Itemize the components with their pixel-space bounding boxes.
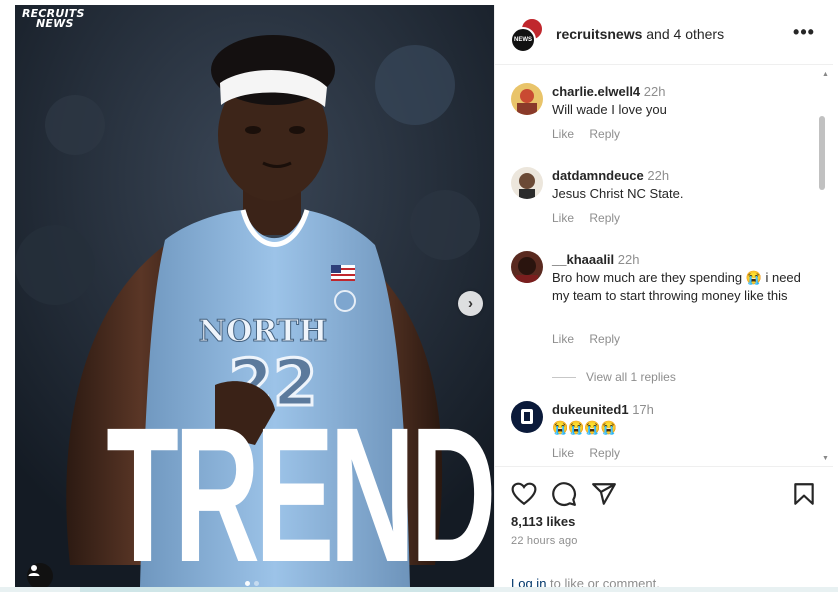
carousel-dot: [254, 581, 259, 586]
comment-text: Will wade I love you: [552, 102, 667, 117]
tagged-users-button[interactable]: [27, 563, 53, 587]
post-actions: [495, 477, 833, 507]
like-comment-button[interactable]: Like: [552, 211, 574, 225]
like-comment-button[interactable]: Like: [552, 332, 574, 346]
comment-icon[interactable]: [551, 481, 577, 507]
like-comment-button[interactable]: Like: [552, 446, 574, 460]
bottom-edge: [0, 587, 838, 592]
recruits-news-logo: RECRUITS NEWS: [22, 7, 85, 30]
comment-actions: Like Reply: [552, 211, 632, 225]
carousel-indicator: [245, 581, 259, 586]
collab-avatars[interactable]: NEWS: [510, 17, 546, 53]
more-options-button[interactable]: •••: [792, 23, 816, 43]
more-horizontal-icon: •••: [793, 22, 815, 42]
bookmark-icon[interactable]: [791, 481, 817, 507]
comment-time: 22h: [617, 252, 640, 267]
post-time: 22 hours ago: [511, 535, 578, 547]
left-gutter: [0, 0, 15, 592]
comment-text: Bro how much are they spending 😭 i need …: [552, 270, 801, 303]
post-author-line[interactable]: recruitsnews and 4 others: [556, 26, 724, 42]
reply-button[interactable]: Reply: [589, 127, 620, 141]
heart-icon[interactable]: [511, 481, 537, 507]
trending-overlay-text: TRENDING: [106, 387, 494, 588]
commenter-avatar[interactable]: [511, 251, 543, 283]
comment-actions: Like Reply: [552, 127, 632, 141]
carousel-dot-active: [245, 581, 250, 586]
view-replies-button[interactable]: View all 1 replies: [552, 370, 676, 384]
post-media[interactable]: NORTH 22 RECRUITS NEWS TRENDING ›: [15, 5, 494, 587]
comment-time: 17h: [632, 402, 654, 417]
commenter-username[interactable]: dukeunited1: [552, 402, 629, 417]
comments-list: charlie.elwell4 22h Will wade I love you…: [495, 67, 833, 467]
scroll-up-arrow-icon[interactable]: ▲: [822, 71, 829, 78]
comment-text: Jesus Christ NC State.: [552, 186, 684, 201]
comment-time: 22h: [647, 168, 670, 183]
reply-button[interactable]: Reply: [589, 332, 620, 346]
post-header: NEWS recruitsnews and 4 others •••: [495, 5, 833, 65]
reply-button[interactable]: Reply: [589, 446, 620, 460]
like-comment-button[interactable]: Like: [552, 127, 574, 141]
next-slide-button[interactable]: ›: [458, 291, 483, 316]
commenter-username[interactable]: charlie.elwell4: [552, 84, 640, 99]
commenter-username[interactable]: datdamndeuce: [552, 168, 644, 183]
chevron-right-icon: ›: [468, 295, 473, 312]
post-sidebar: NEWS recruitsnews and 4 others ••• charl…: [494, 5, 833, 592]
commenter-avatar[interactable]: [511, 167, 543, 199]
user-tag-icon: [28, 565, 40, 576]
commenter-avatar[interactable]: [511, 83, 543, 115]
instagram-post-embed: NORTH 22 RECRUITS NEWS TRENDING ›: [0, 0, 838, 592]
comment-actions: Like Reply: [552, 332, 632, 346]
author-username[interactable]: recruitsnews: [556, 26, 642, 42]
comment-time: 22h: [643, 84, 666, 99]
reply-button[interactable]: Reply: [589, 211, 620, 225]
comment-actions: Like Reply: [552, 446, 632, 460]
collaborators-text[interactable]: and 4 others: [642, 26, 724, 42]
comment-text: 😭😭😭😭: [552, 420, 617, 435]
commenter-username[interactable]: __khaaalil: [552, 252, 614, 267]
likes-count[interactable]: 8,113 likes: [511, 514, 575, 529]
scroll-down-arrow-icon[interactable]: ▼: [822, 455, 829, 462]
recruitsnews-avatar: NEWS: [510, 27, 536, 53]
jersey-team-text: NORTH: [199, 314, 328, 349]
replies-divider: [552, 376, 576, 378]
commenter-avatar[interactable]: [511, 401, 543, 433]
send-icon[interactable]: [591, 481, 617, 507]
scrollbar-thumb[interactable]: [819, 116, 825, 190]
